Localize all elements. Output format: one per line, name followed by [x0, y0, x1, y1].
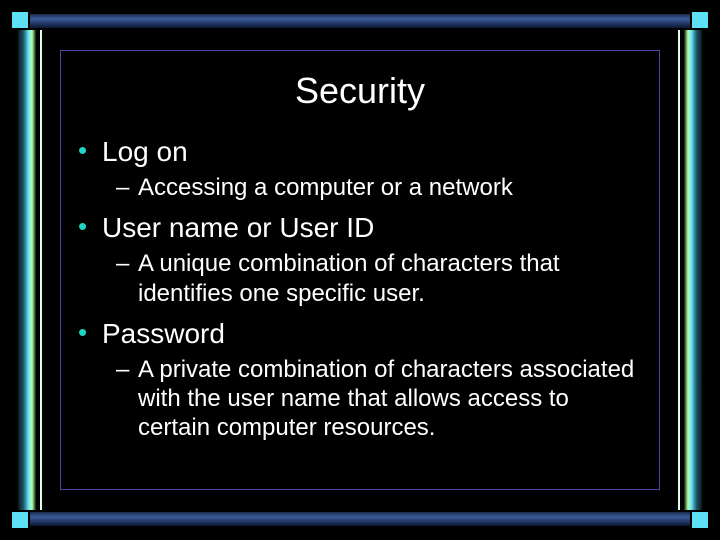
decor-bar-top [30, 14, 690, 28]
sub-item: A unique combination of characters that … [116, 249, 646, 308]
decor-corner-bl [12, 512, 28, 528]
bullet-label: User name or User ID [102, 212, 374, 243]
sub-item: A private combination of characters asso… [116, 355, 646, 443]
bullet-label: Password [102, 318, 225, 349]
decor-corner-tl [12, 12, 28, 28]
slide: Security Log on Accessing a computer or … [0, 0, 720, 540]
bullet-item: Log on Accessing a computer or a network [74, 134, 646, 202]
sub-list: A private combination of characters asso… [102, 355, 646, 443]
bullet-item: User name or User ID A unique combinatio… [74, 210, 646, 308]
decor-corner-br [692, 512, 708, 528]
decor-line-right [678, 30, 680, 510]
bullet-list: Log on Accessing a computer or a network… [70, 134, 650, 443]
sub-list: Accessing a computer or a network [102, 173, 646, 202]
decor-line-left [40, 30, 42, 510]
bullet-label: Log on [102, 136, 188, 167]
decor-bar-left [18, 30, 36, 510]
decor-corner-tr [692, 12, 708, 28]
decor-bar-right [684, 30, 702, 510]
slide-content: Security Log on Accessing a computer or … [70, 60, 650, 480]
decor-bar-bottom [30, 512, 690, 526]
slide-title: Security [70, 70, 650, 112]
sub-item: Accessing a computer or a network [116, 173, 646, 202]
sub-list: A unique combination of characters that … [102, 249, 646, 308]
bullet-item: Password A private combination of charac… [74, 316, 646, 443]
